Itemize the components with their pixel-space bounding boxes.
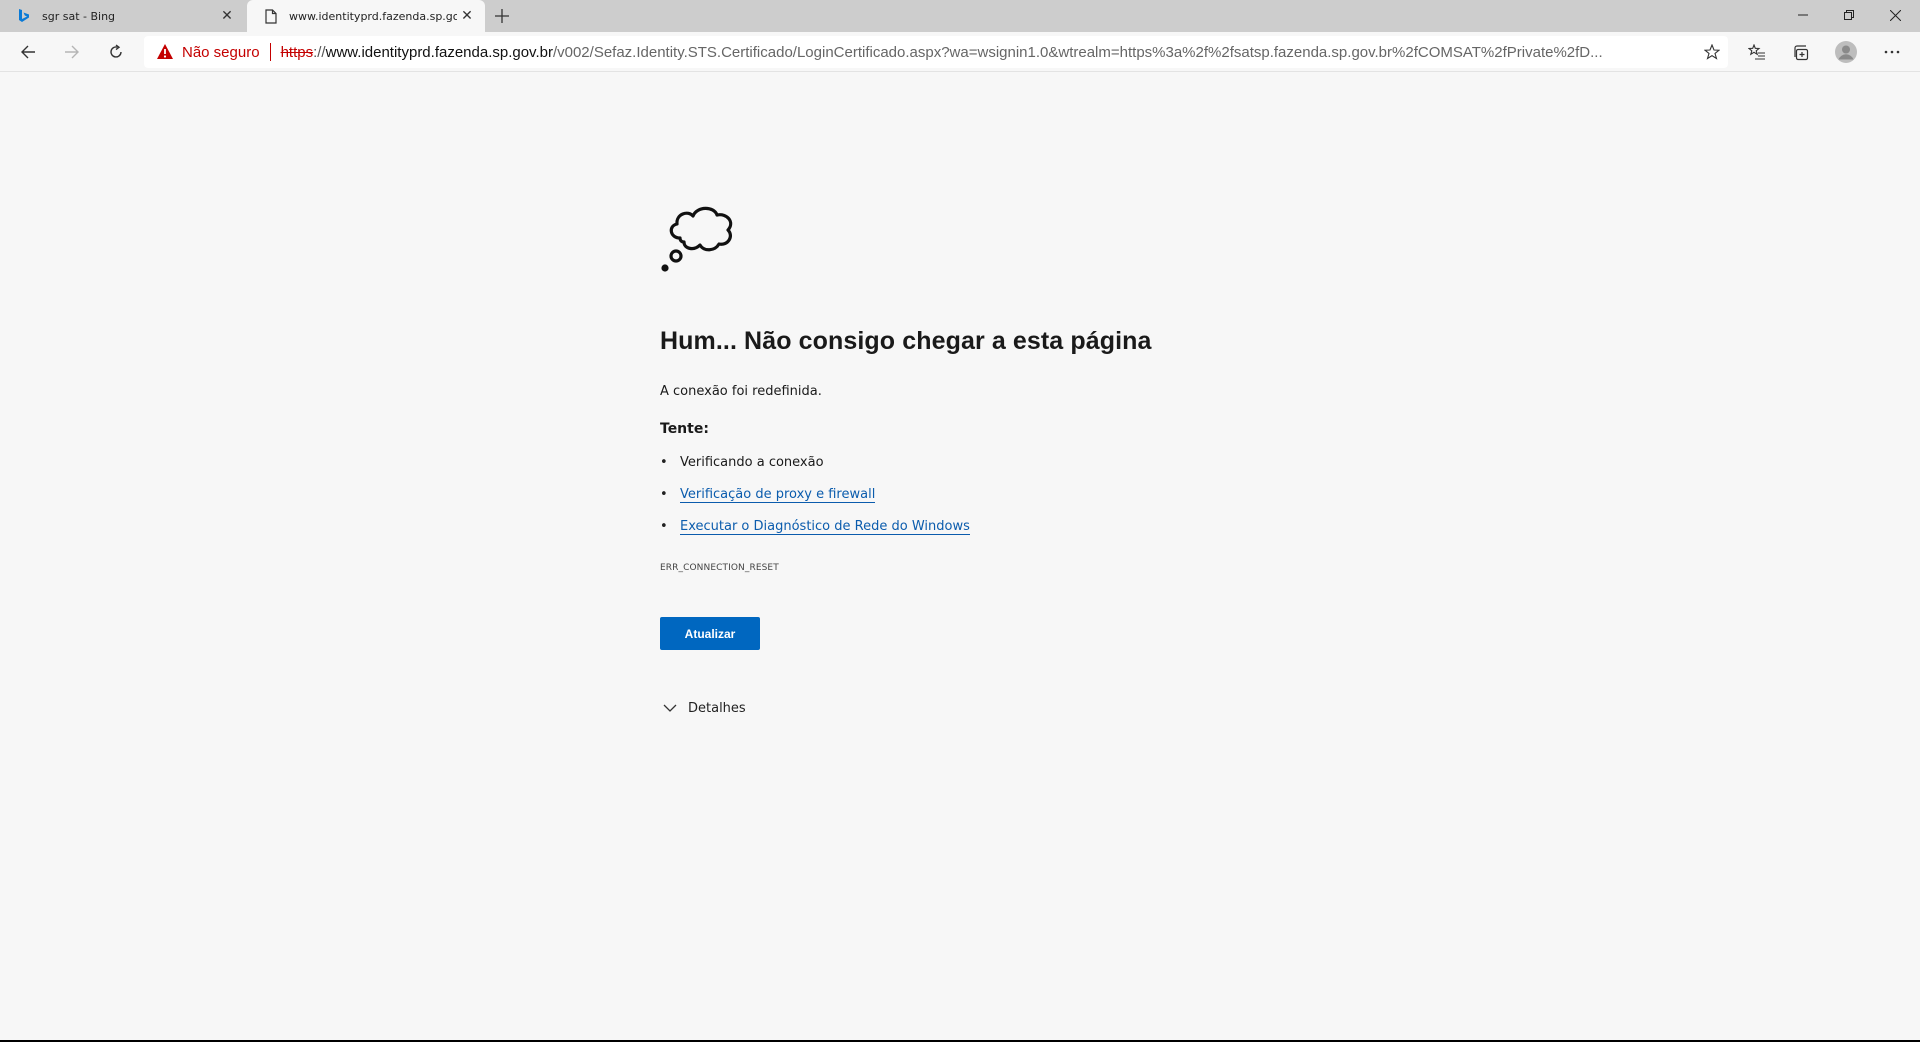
error-code: ERR_CONNECTION_RESET (660, 563, 779, 573)
tab-title: sgr sat - Bing (42, 9, 116, 23)
tab-identityprd[interactable]: www.identityprd.fazenda.sp.gov.b ✕ (247, 0, 485, 32)
chevron-down-icon (663, 704, 677, 712)
collections-icon[interactable] (1785, 36, 1817, 68)
toolbar: Não seguro https://www.identityprd.fazen… (0, 32, 1920, 72)
favorite-star-icon[interactable] (1700, 40, 1724, 64)
restore-icon[interactable] (1826, 0, 1872, 30)
forward-icon[interactable] (56, 36, 88, 68)
tab-title: www.identityprd.fazenda.sp.gov.b (289, 9, 457, 23)
address-bar[interactable]: Não seguro https://www.identityprd.fazen… (144, 36, 1728, 68)
minimize-icon[interactable] (1780, 0, 1826, 30)
network-diagnostics-link[interactable]: Executar o Diagnóstico de Rede do Window… (680, 519, 970, 535)
security-label[interactable]: Não seguro (182, 44, 260, 61)
close-icon[interactable] (1872, 0, 1918, 30)
refresh-button[interactable]: Atualizar (660, 617, 760, 650)
details-toggle[interactable]: Detalhes (662, 700, 746, 716)
tab-strip: sgr sat - Bing ✕ www.identityprd.fazenda… (0, 0, 1920, 32)
try-heading: Tente: (660, 421, 709, 437)
favorites-icon[interactable] (1741, 36, 1773, 68)
profile-avatar-icon[interactable] (1830, 36, 1862, 68)
close-tab-icon[interactable]: ✕ (217, 6, 237, 26)
divider (269, 43, 271, 61)
error-description: A conexão foi redefinida. (660, 384, 822, 399)
suggestion-list: Verificando a conexão Verificação de pro… (660, 455, 970, 551)
close-tab-icon[interactable]: ✕ (457, 6, 477, 26)
url-scheme: https (280, 43, 314, 61)
warning-icon[interactable] (156, 43, 174, 61)
refresh-icon[interactable] (100, 36, 132, 68)
back-icon[interactable] (12, 36, 44, 68)
suggestion-item: Executar o Diagnóstico de Rede do Window… (660, 519, 970, 551)
url-host: www.identityprd.fazenda.sp.gov.br (325, 43, 553, 61)
page-title: Hum... Não consigo chegar a esta página (660, 327, 1152, 355)
url-separator: :// (313, 43, 326, 61)
tab-bing[interactable]: sgr sat - Bing ✕ (0, 0, 245, 32)
proxy-firewall-link[interactable]: Verificação de proxy e firewall (680, 487, 876, 503)
suggestion-check-connection: Verificando a conexão (680, 455, 824, 470)
new-tab-button[interactable] (490, 4, 514, 28)
url-path: /v002/Sefaz.Identity.STS.Certificado/Log… (552, 43, 1603, 61)
suggestion-item: Verificando a conexão (660, 455, 970, 487)
more-options-icon[interactable] (1876, 36, 1908, 68)
details-label: Detalhes (688, 700, 746, 716)
page-icon (263, 8, 279, 24)
suggestion-item: Verificação de proxy e firewall (660, 487, 970, 519)
thought-cloud-icon (661, 206, 733, 272)
bing-icon (16, 8, 32, 24)
